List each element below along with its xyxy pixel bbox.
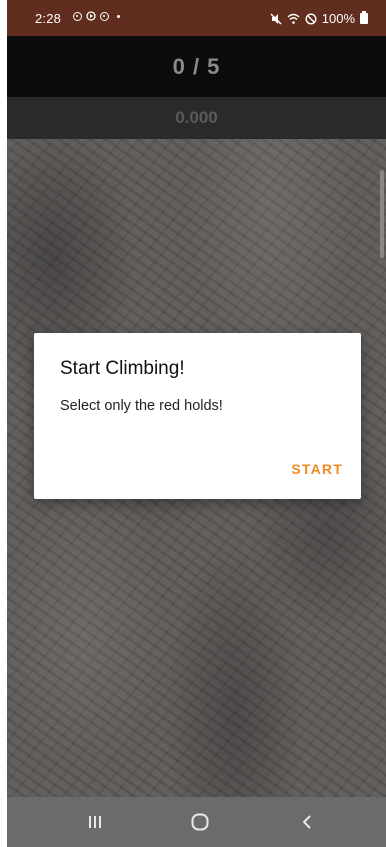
- score-display: 0 / 5: [172, 53, 221, 79]
- record-icon: [73, 11, 82, 21]
- back-icon: [303, 815, 311, 829]
- dot-icon: [117, 14, 120, 18]
- start-button[interactable]: START: [291, 461, 343, 477]
- status-left-icons: [73, 11, 120, 21]
- scrollbar[interactable]: [380, 170, 384, 258]
- recent-apps-button[interactable]: [83, 810, 107, 834]
- timer-display: 0.000: [175, 108, 218, 127]
- timer-bar: 0.000: [7, 97, 386, 139]
- wifi-icon: [287, 13, 300, 24]
- start-dialog: Start Climbing! Select only the red hold…: [34, 333, 361, 499]
- score-bar: 0 / 5: [7, 36, 386, 97]
- dialog-message: Select only the red holds!: [60, 398, 223, 414]
- record-icon: [100, 11, 109, 21]
- home-icon: [191, 813, 209, 831]
- phone-screen: 2:28 100% 0 / 5 0.000 Start Climbing! Se…: [7, 0, 386, 847]
- home-button[interactable]: [188, 810, 212, 834]
- navigation-bar: [7, 797, 386, 847]
- battery-icon: [360, 11, 368, 24]
- mute-icon: [270, 12, 282, 25]
- recent-apps-icon: [89, 816, 101, 828]
- blocked-icon: [305, 12, 317, 25]
- status-bar: 2:28 100%: [7, 0, 386, 36]
- battery-percent: 100%: [321, 11, 355, 26]
- play-icon: [86, 11, 96, 21]
- back-button[interactable]: [295, 810, 319, 834]
- status-time: 2:28: [35, 11, 62, 26]
- dialog-title: Start Climbing!: [60, 358, 185, 379]
- status-right-icons: 100%: [270, 11, 368, 26]
